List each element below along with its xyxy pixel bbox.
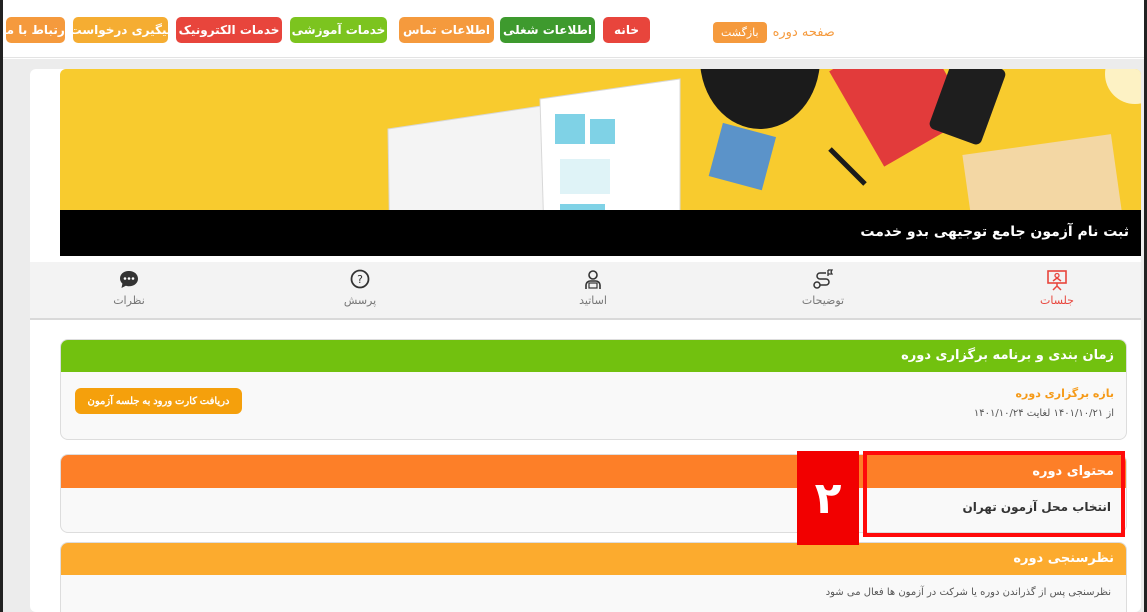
tab-comments[interactable]: نظرات (84, 268, 174, 307)
tab-description-label: توضیحات (801, 294, 845, 307)
presentation-icon (1047, 270, 1067, 291)
nav-request-tracking-button[interactable]: پیگیری درخواست (70, 17, 171, 43)
page-title: صفحه دوره (772, 25, 835, 40)
nav-job-info-button[interactable]: اطلاعات شغلی (500, 17, 595, 43)
tab-comments-label: نظرات (113, 294, 145, 307)
tab-questions-label: پرسش (343, 294, 377, 307)
banner-caption: ثبت نام آزمون جامع توجیهی بدو خدمت (60, 210, 1141, 256)
teacher-icon (585, 270, 601, 289)
highlight-box (863, 451, 1125, 537)
comment-icon (120, 271, 138, 288)
page-heading: صفحه دوره بازگشت (713, 22, 835, 43)
question-icon: ? (350, 269, 370, 289)
survey-info-text: نظرسنجی پس از گذراندن دوره یا شرکت در آز… (825, 587, 1111, 598)
tab-sessions-label: جلسات (1040, 294, 1074, 307)
schedule-section-title: زمان بندی و برنامه برگزاری دوره (61, 340, 1126, 372)
exam-entry-card-button[interactable]: دریافت کارت ورود به جلسه آزمون (75, 388, 242, 414)
schedule-range-value: از ۱۴۰۱/۱۰/۲۱ لغایت ۱۴۰۱/۱۰/۲۴ (973, 408, 1114, 419)
route-icon (813, 269, 834, 289)
tab-sessions[interactable]: جلسات (1012, 268, 1102, 307)
nav-home-button[interactable]: خانه (603, 17, 650, 43)
step-number-badge: ۲ (797, 451, 859, 545)
tab-questions[interactable]: ? پرسش (315, 268, 405, 307)
schedule-range-label: بازه برگزاری دوره (1015, 387, 1114, 400)
tab-teachers[interactable]: اساتید (548, 268, 638, 307)
schedule-section: زمان بندی و برنامه برگزاری دوره بازه برگ… (60, 339, 1127, 440)
tab-description[interactable]: توضیحات (778, 268, 868, 307)
nav-contact-us-button[interactable]: ارتباط با ما (2, 17, 69, 43)
course-tabs: نظرات ? پرسش اساتید توضیحات جلسات (30, 262, 1141, 320)
svg-text:?: ? (357, 273, 363, 286)
survey-section: نظرسنجی دوره نظرسنجی پس از گذراندن دوره … (60, 542, 1127, 612)
nav-contact-info-button[interactable]: اطلاعات تماس (399, 17, 494, 43)
nav-e-services-button[interactable]: خدمات الکترونیک (176, 17, 282, 43)
tab-teachers-label: اساتید (579, 294, 607, 307)
back-button[interactable]: بازگشت (713, 22, 767, 43)
nav-education-services-button[interactable]: خدمات آموزشی (290, 17, 387, 43)
survey-title: نظرسنجی دوره (61, 543, 1126, 575)
